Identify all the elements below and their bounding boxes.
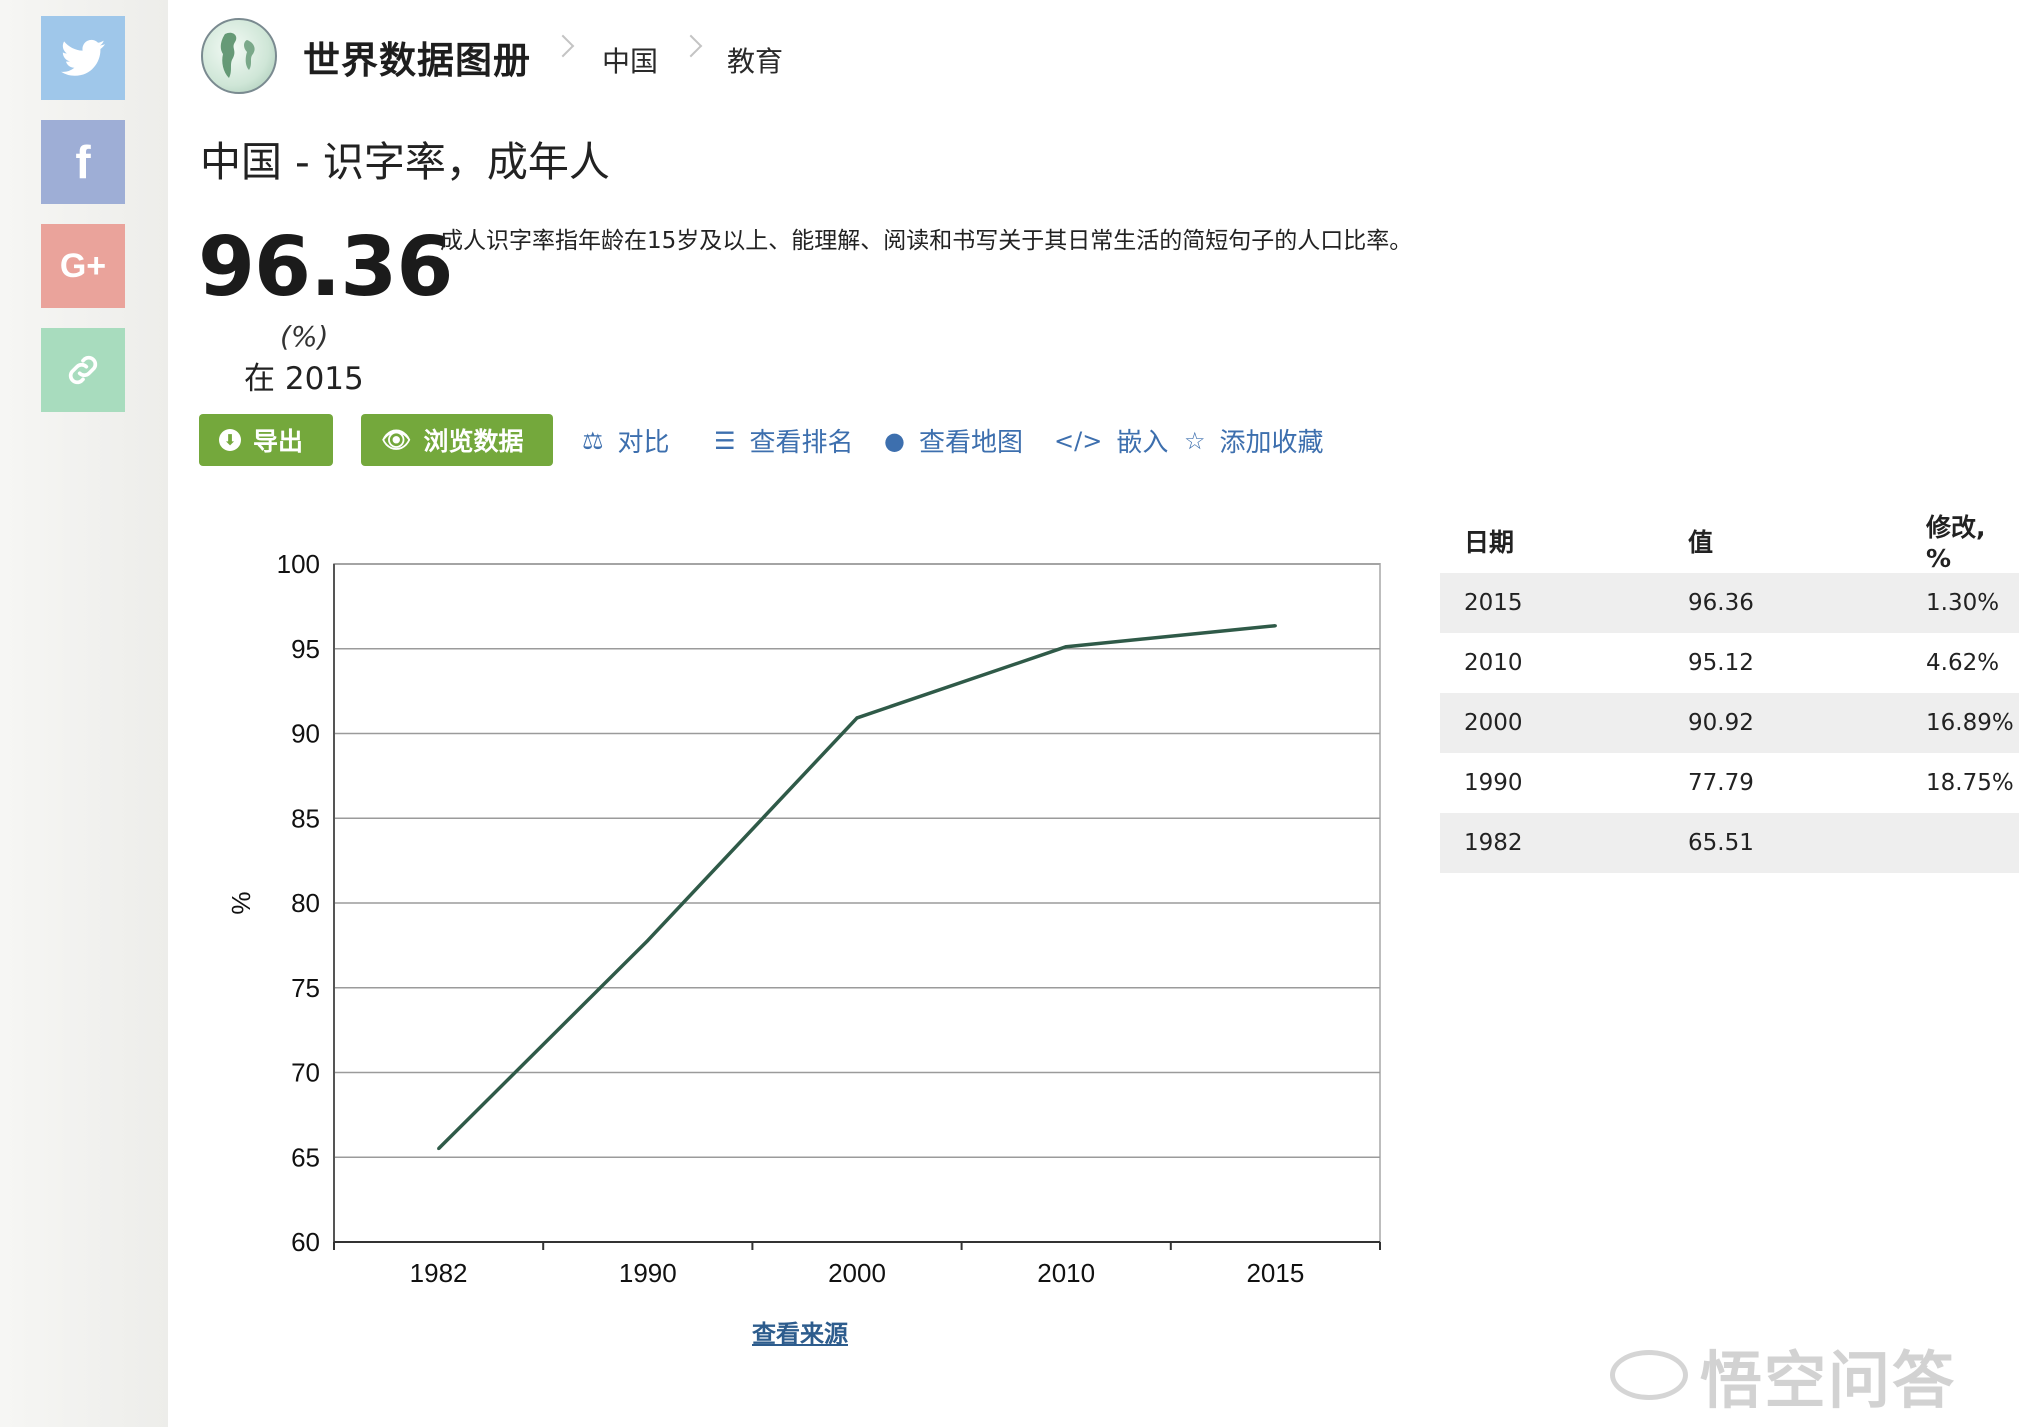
indicator-value: 96.36 <box>198 220 453 315</box>
breadcrumb-separator-icon <box>679 34 703 58</box>
cell-value: 95.12 <box>1688 650 1754 676</box>
compare-label: 对比 <box>617 428 670 458</box>
cell-change: 18.75% <box>1926 770 2014 796</box>
y-tick-label: 75 <box>291 973 320 1003</box>
favorite-label: 添加收藏 <box>1219 428 1324 458</box>
header-value: 值 <box>1688 527 1714 557</box>
brand-title[interactable]: 世界数据图册 <box>303 30 531 84</box>
map-link[interactable]: ● 查看地图 <box>884 422 1023 459</box>
watermark-logo-icon <box>1610 1350 1688 1400</box>
cell-change: 16.89% <box>1902 693 2019 753</box>
twitter-share-button[interactable] <box>41 16 125 100</box>
ranking-link[interactable]: ☰ 查看排名 <box>714 422 854 459</box>
x-tick-label: 2000 <box>828 1258 886 1288</box>
twitter-icon <box>61 39 105 76</box>
indicator-description: 成人识字率指年龄在15岁及以上、能理解、阅读和书写关于其日常生活的简短句子的人口… <box>440 228 1413 254</box>
embed-label: 嵌入 <box>1116 428 1169 458</box>
facebook-icon: f <box>75 136 91 188</box>
favorite-link[interactable]: ☆ 添加收藏 <box>1184 422 1324 459</box>
table-row: 2000 90.92 16.89% <box>1440 693 2019 753</box>
watermark: 悟空问答 <box>1610 1330 1956 1420</box>
google-plus-share-button[interactable]: G+ <box>41 224 125 308</box>
list-icon: ☰ <box>714 426 736 455</box>
globe-small-icon: ● <box>884 426 905 455</box>
y-tick-label: 85 <box>291 803 320 833</box>
data-point <box>1273 624 1277 628</box>
x-tick-label: 2015 <box>1246 1258 1304 1288</box>
y-axis-label: % <box>226 891 256 914</box>
indicator-year: 在 2015 <box>244 361 364 397</box>
y-tick-label: 60 <box>291 1227 320 1257</box>
series-line <box>437 623 1276 1150</box>
google-plus-icon: G+ <box>59 246 107 285</box>
browse-data-label: 浏览数据 <box>423 427 524 456</box>
x-tick-label: 2010 <box>1037 1258 1095 1288</box>
cell-value: 96.36 <box>1664 573 1902 633</box>
embed-link[interactable]: </> 嵌入 <box>1054 422 1168 459</box>
star-icon: ☆ <box>1184 426 1206 455</box>
breadcrumb-country[interactable]: 中国 <box>602 40 658 80</box>
x-tick-label: 1982 <box>410 1258 468 1288</box>
browse-data-button[interactable]: 👁 浏览数据 <box>361 414 553 466</box>
indicator-unit: (%) <box>280 320 329 353</box>
cell-date: 2010 <box>1464 650 1523 676</box>
copy-link-button[interactable] <box>41 328 125 412</box>
globe-logo-icon[interactable] <box>201 18 277 94</box>
data-point <box>646 938 650 942</box>
cell-change: 1.30% <box>1902 573 2019 633</box>
social-share-strip: f G+ <box>0 0 168 1427</box>
cell-value: 65.51 <box>1664 813 1902 873</box>
table-header-row: 日期 值 修改, % <box>1440 508 2019 573</box>
cell-date: 1990 <box>1464 770 1523 796</box>
facebook-share-button[interactable]: f <box>41 120 125 204</box>
view-source-link[interactable]: 查看来源 <box>752 1314 848 1349</box>
export-button[interactable]: ⬇ 导出 <box>199 414 333 466</box>
table-row: 2010 95.12 4.62% <box>1440 633 2019 693</box>
y-tick-label: 70 <box>291 1058 320 1088</box>
cell-date: 2000 <box>1440 693 1664 753</box>
literacy-line-chart: 60 65 70 75 80 85 90 95 100 1982 1990 2000 2010 2015% <box>226 549 1381 1288</box>
export-label: 导出 <box>253 427 304 456</box>
y-tick-label: 100 <box>277 549 320 579</box>
code-icon: </> <box>1054 426 1103 455</box>
link-icon <box>68 355 98 385</box>
cell-value: 77.79 <box>1688 770 1754 796</box>
y-tick-label: 65 <box>291 1142 320 1172</box>
compare-link[interactable]: ⚖ 对比 <box>582 422 670 459</box>
data-point <box>1064 645 1068 649</box>
scale-icon: ⚖ <box>582 426 604 455</box>
watermark-text: 悟空问答 <box>1700 1344 1957 1417</box>
cell-date: 2015 <box>1440 573 1664 633</box>
header-change: 修改, % <box>1926 513 1986 573</box>
cell-value: 90.92 <box>1664 693 1902 753</box>
x-tick-label: 1990 <box>619 1258 677 1288</box>
table-row: 2015 96.36 1.30% <box>1440 573 2019 633</box>
table-row: 1982 65.51 <box>1440 813 2019 873</box>
globe-icon <box>220 32 255 78</box>
y-tick-label: 80 <box>291 888 320 918</box>
download-icon: ⬇ <box>219 429 241 451</box>
eye-icon: 👁 <box>381 426 412 454</box>
y-tick-label: 90 <box>291 719 320 749</box>
page-title: 中国 - 识字率，成年人 <box>200 138 610 186</box>
data-point <box>437 1147 441 1151</box>
table-row: 1990 77.79 18.75% <box>1440 753 2019 813</box>
breadcrumb-separator-icon <box>551 34 575 58</box>
cell-change: 4.62% <box>1926 650 2000 676</box>
map-label: 查看地图 <box>918 428 1023 458</box>
cell-change <box>1902 813 2019 873</box>
data-point <box>855 716 859 720</box>
breadcrumb-topic[interactable]: 教育 <box>727 40 783 80</box>
data-table: 日期 值 修改, % 2015 96.36 1.30% 2010 95.12 4.62% 2… <box>1440 508 2019 873</box>
header-date: 日期 <box>1464 527 1515 557</box>
cell-date: 1982 <box>1440 813 1664 873</box>
ranking-label: 查看排名 <box>749 428 854 458</box>
y-tick-label: 95 <box>291 634 320 664</box>
